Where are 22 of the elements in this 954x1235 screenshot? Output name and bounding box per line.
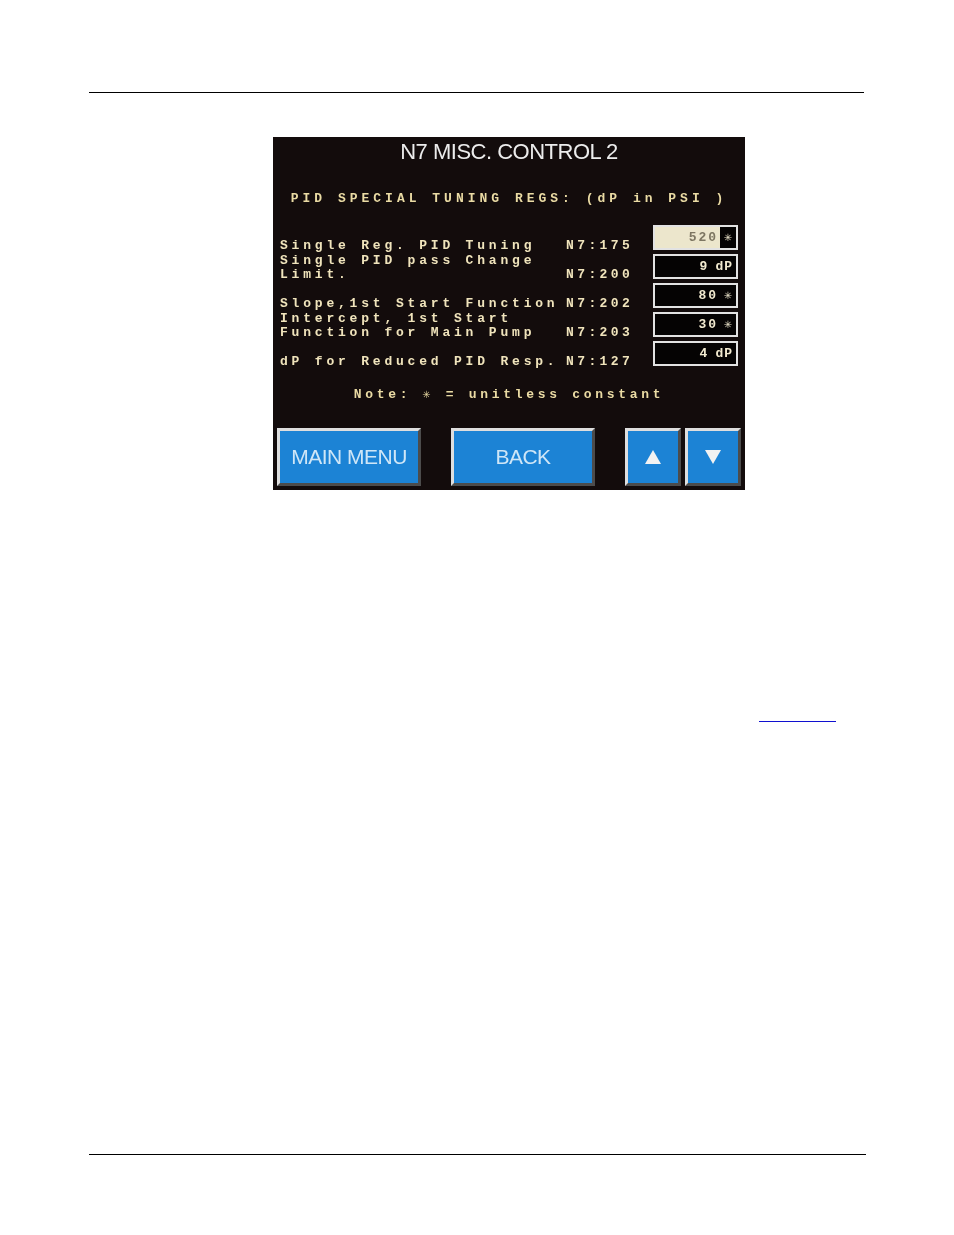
register-address: N7:200 xyxy=(566,268,635,283)
value-field[interactable]: 4 dP xyxy=(653,341,738,366)
down-triangle-icon xyxy=(705,450,721,464)
register-address: N7:127 xyxy=(566,355,635,370)
register-label: Slope,1st Start Function xyxy=(280,297,560,312)
value-field[interactable]: 30 ✳ xyxy=(653,312,738,337)
section-heading: PID SPECIAL TUNING REGS: (dP in PSI ) xyxy=(290,191,728,207)
up-triangle-icon xyxy=(645,450,661,464)
value-field[interactable]: 9 dP xyxy=(653,254,738,279)
footnote-text: Note: ✳ = unitless constant xyxy=(353,387,665,403)
scroll-down-button[interactable] xyxy=(685,428,741,486)
register-address: N7:203 xyxy=(566,326,635,341)
scroll-up-button[interactable] xyxy=(625,428,681,486)
register-label: Single Reg. PID Tuning xyxy=(280,239,537,254)
register-label: dP for Reduced PID Resp. xyxy=(280,355,560,370)
value-field[interactable]: 80 ✳ xyxy=(653,283,738,308)
screen-title: N7 MISC. CONTROL 2 xyxy=(400,139,618,165)
register-label: Intercept, 1st Start Function for Main Pump xyxy=(280,312,537,341)
value-field[interactable]: 520 ✳ xyxy=(653,225,738,250)
register-label: Single PID pass Change Limit. xyxy=(280,254,537,283)
register-address: N7:175 xyxy=(566,239,635,254)
register-address: N7:202 xyxy=(566,297,635,312)
